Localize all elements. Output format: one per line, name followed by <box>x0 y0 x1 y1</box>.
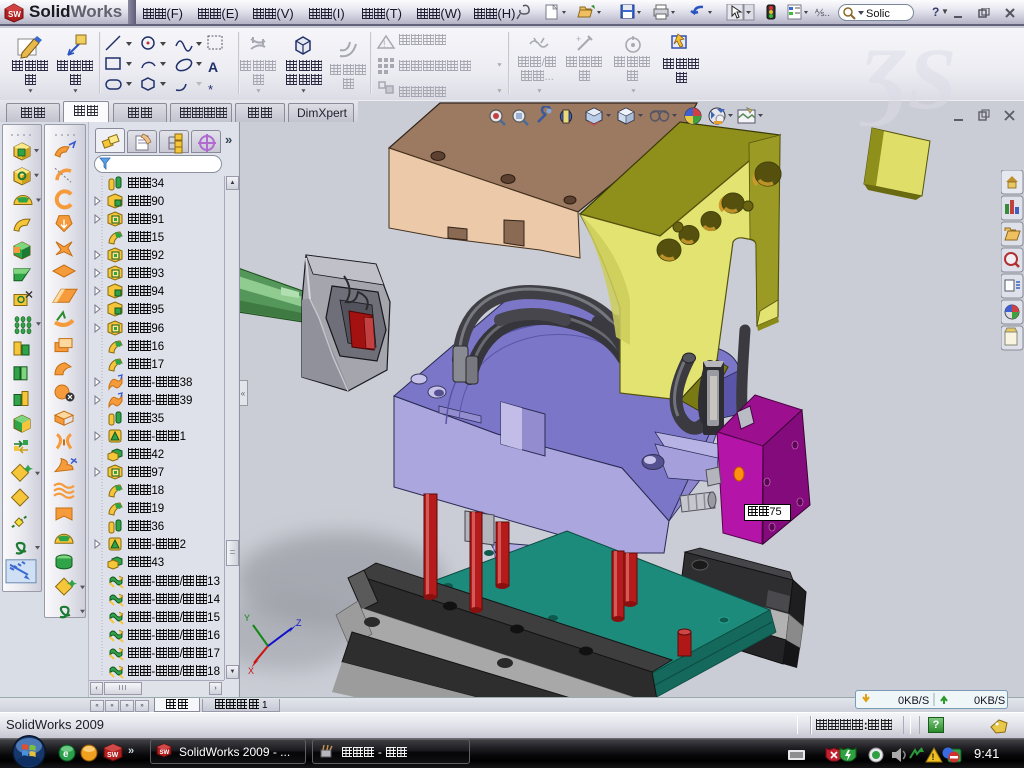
svg-text:»: » <box>128 745 134 757</box>
svg-text:0KB/S: 0KB/S <box>974 695 1005 707</box>
svg-text:A: A <box>208 59 218 75</box>
svg-text:!: ! <box>383 39 386 49</box>
svg-text:SW: SW <box>8 10 21 19</box>
svg-text:0KB/S: 0KB/S <box>898 695 929 707</box>
svg-text:X: X <box>248 666 254 676</box>
svg-text:SW: SW <box>160 750 170 756</box>
svg-text:!: ! <box>932 752 935 762</box>
svg-text:Z: Z <box>296 618 302 628</box>
svg-text:ƷS: ƷS <box>860 36 957 126</box>
svg-text:*: * <box>208 82 213 96</box>
svg-text:e: e <box>63 749 69 760</box>
svg-text:SW: SW <box>107 752 119 759</box>
svg-text:Y: Y <box>244 613 250 623</box>
svg-text:+: + <box>576 34 581 44</box>
svg-text:⅍..: ⅍.. <box>815 8 830 19</box>
svg-text:Solic: Solic <box>866 8 890 20</box>
